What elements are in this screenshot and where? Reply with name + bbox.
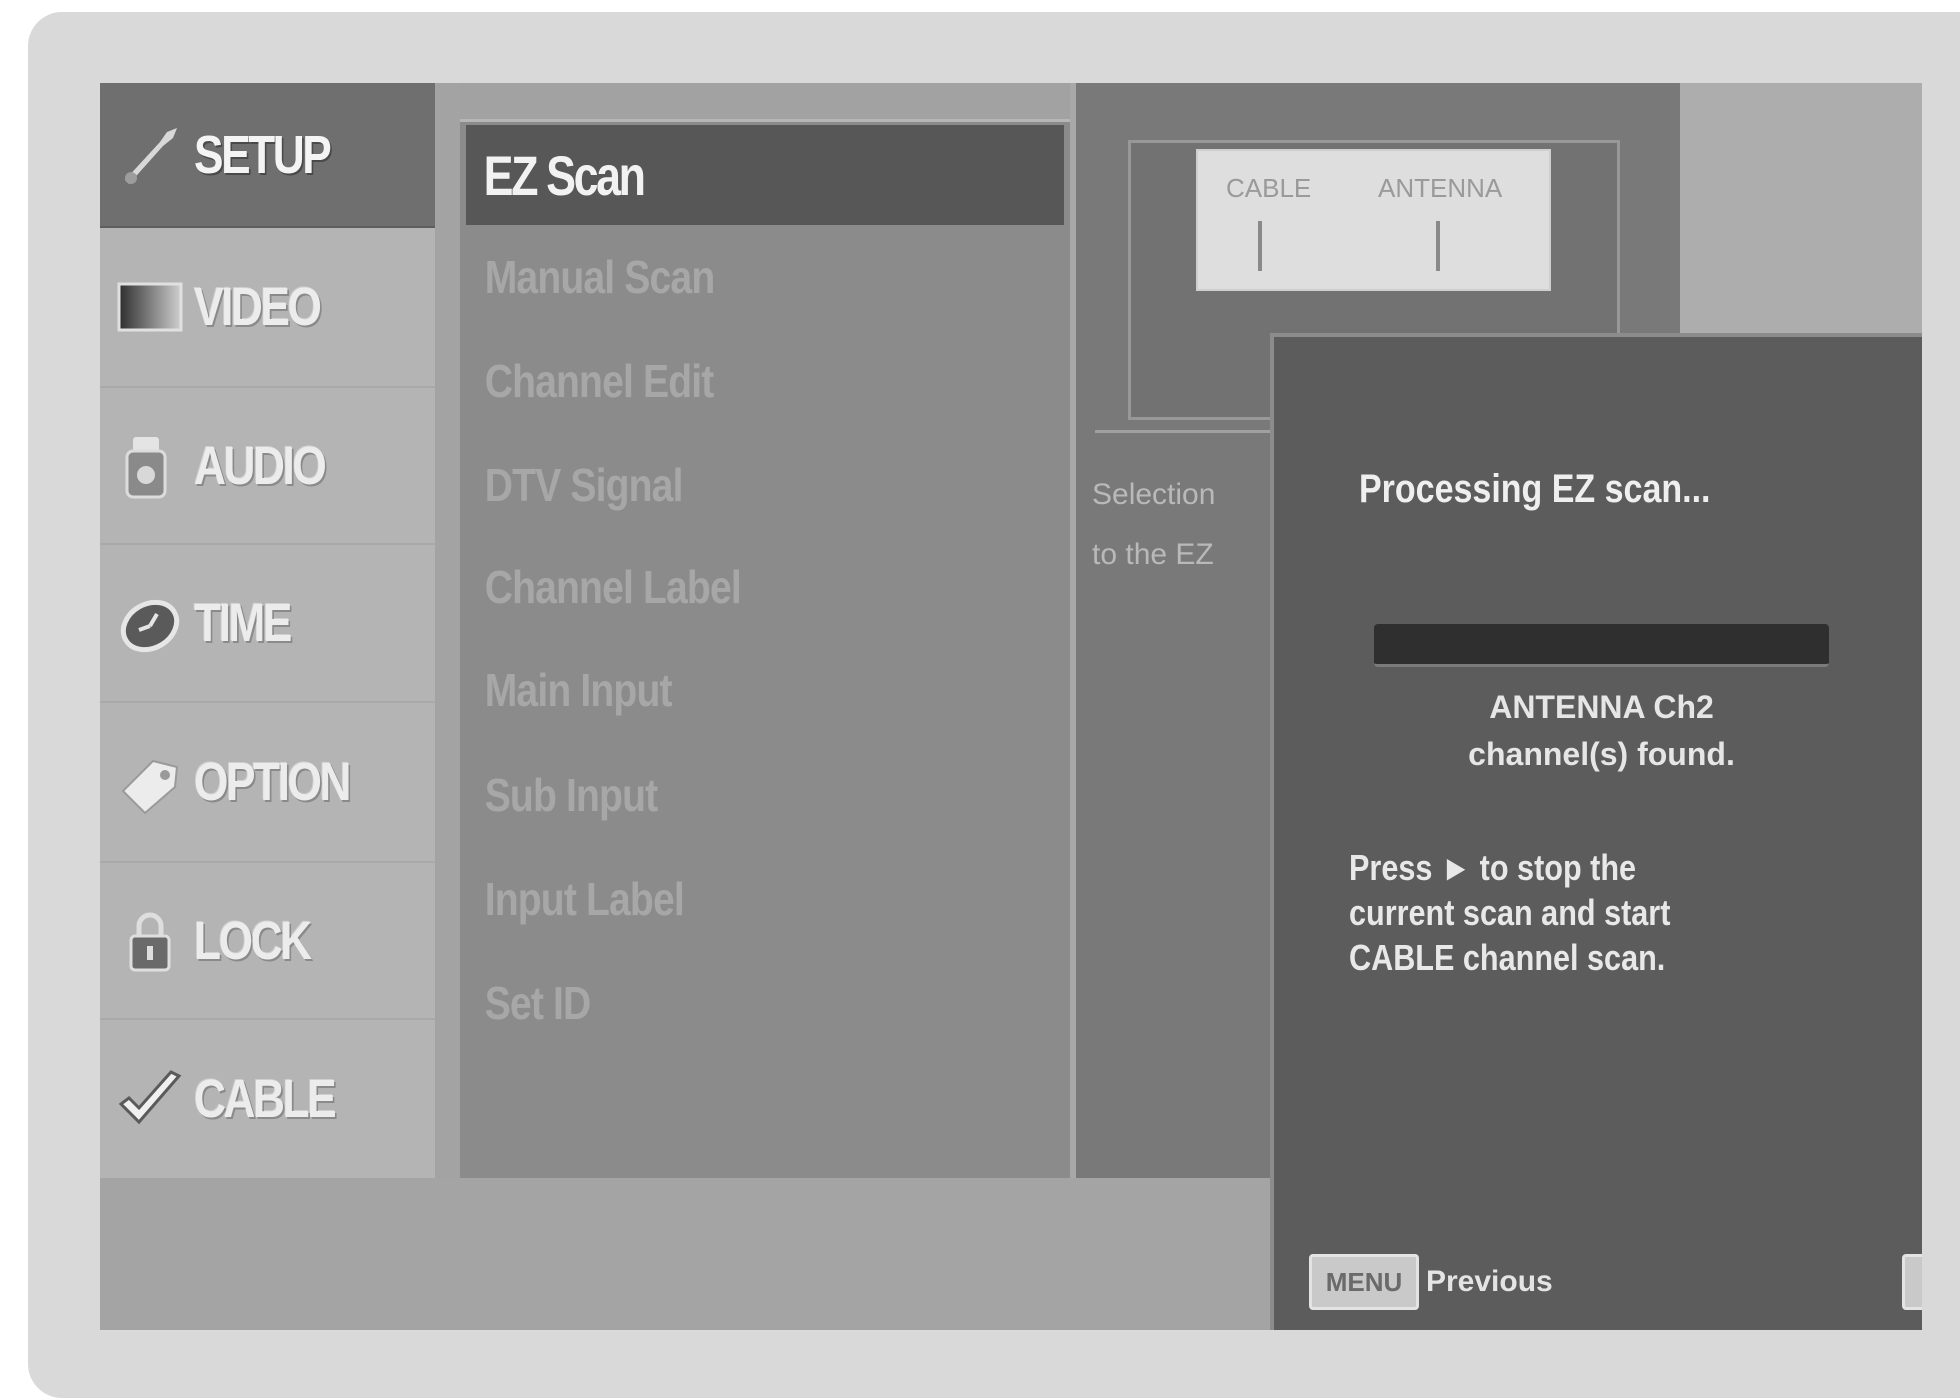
- audio-icon: [114, 430, 186, 502]
- menu-item-main-input[interactable]: Main Input: [466, 638, 1064, 742]
- scan-result-line: ANTENNA Ch2: [1489, 689, 1714, 725]
- sidebar: SETUP VIDEO AUDIO TIME OPTION LOCK CABLE: [100, 83, 435, 1178]
- column-divider: [435, 83, 460, 1178]
- previous-label: Previous: [1426, 1265, 1553, 1298]
- menu-item-label: Main Input: [484, 664, 673, 716]
- menu-item-label: DTV Signal: [484, 459, 684, 511]
- setup-icon: [114, 119, 186, 191]
- menu-item-input-label[interactable]: Input Label: [466, 847, 1064, 951]
- divider: [1095, 430, 1275, 433]
- sidebar-item-time[interactable]: TIME: [100, 545, 435, 703]
- menu-item-dtv-signal[interactable]: DTV Signal: [466, 433, 1064, 537]
- antenna-label: ANTENNA: [1378, 173, 1503, 203]
- menu-key-button[interactable]: MENU: [1309, 1254, 1419, 1310]
- menu-item-label: Input Label: [484, 873, 685, 925]
- sidebar-item-video[interactable]: VIDEO: [100, 228, 435, 388]
- sidebar-item-label: VIDEO: [194, 277, 322, 337]
- sidebar-item-label: CABLE: [194, 1069, 337, 1129]
- scan-result-line: channel(s) found.: [1468, 736, 1735, 772]
- menu-item-label: Sub Input: [484, 769, 658, 821]
- menu-item-label: EZ Scan: [483, 143, 646, 207]
- checkmark-icon: [114, 1063, 186, 1135]
- clock-icon: [114, 587, 186, 659]
- sidebar-item-label: LOCK: [194, 910, 312, 971]
- menu-item-channel-edit[interactable]: Channel Edit: [466, 329, 1064, 433]
- sidebar-item-label: OPTION: [194, 752, 351, 812]
- sidebar-item-audio[interactable]: AUDIO: [100, 388, 435, 545]
- cable-label: CABLE: [1226, 173, 1312, 203]
- instruction-line: current scan and start: [1349, 892, 1671, 933]
- sidebar-item-label: TIME: [194, 593, 292, 653]
- menu-item-ez-scan[interactable]: EZ Scan: [466, 125, 1064, 225]
- dialog-title: Processing EZ scan...: [1359, 467, 1711, 511]
- cable-connector-icon: [1258, 221, 1262, 271]
- instruction-line: Press ► to stop the: [1349, 847, 1637, 888]
- sidebar-item-lock[interactable]: LOCK: [100, 863, 435, 1020]
- help-text-line: to the EZ: [1092, 538, 1214, 571]
- tv-screen: SETUP VIDEO AUDIO TIME OPTION LOCK CABLE…: [100, 83, 1922, 1330]
- menu-item-sub-input[interactable]: Sub Input: [466, 743, 1064, 847]
- input-diagram: CABLE ANTENNA: [1196, 149, 1551, 291]
- background-panel: [1680, 83, 1922, 335]
- lock-icon: [114, 905, 186, 977]
- help-text-line: Selection: [1092, 478, 1216, 511]
- sidebar-item-cable[interactable]: CABLE: [100, 1020, 435, 1178]
- menu-item-label: Manual Scan: [484, 251, 716, 303]
- sidebar-item-label: SETUP: [194, 124, 332, 185]
- antenna-connector-icon: [1436, 221, 1440, 271]
- menu-item-label: Channel Edit: [484, 355, 715, 407]
- bottom-bar: [100, 1178, 1270, 1330]
- sidebar-item-label: AUDIO: [194, 435, 327, 496]
- menu-item-set-id[interactable]: Set ID: [466, 951, 1064, 1055]
- menu-item-channel-label[interactable]: Channel Label: [466, 535, 1064, 639]
- menu-item-label: Channel Label: [484, 561, 742, 613]
- instruction-line: CABLE channel scan.: [1349, 937, 1666, 978]
- menu-item-label: Set ID: [484, 977, 592, 1029]
- scan-progress-bar: [1374, 624, 1829, 667]
- menu-item-manual-scan[interactable]: Manual Scan: [466, 225, 1064, 329]
- exit-key-button[interactable]: [1902, 1254, 1922, 1310]
- video-icon: [114, 271, 186, 343]
- menu-top-strip: [460, 83, 1070, 122]
- setup-menu: EZ Scan Manual Scan Channel Edit DTV Sig…: [460, 83, 1070, 1178]
- ez-scan-dialog: Processing EZ scan... ANTENNA Ch2 channe…: [1270, 333, 1922, 1330]
- sidebar-item-setup[interactable]: SETUP: [100, 83, 435, 228]
- tag-icon: [114, 746, 186, 818]
- sidebar-item-option[interactable]: OPTION: [100, 703, 435, 863]
